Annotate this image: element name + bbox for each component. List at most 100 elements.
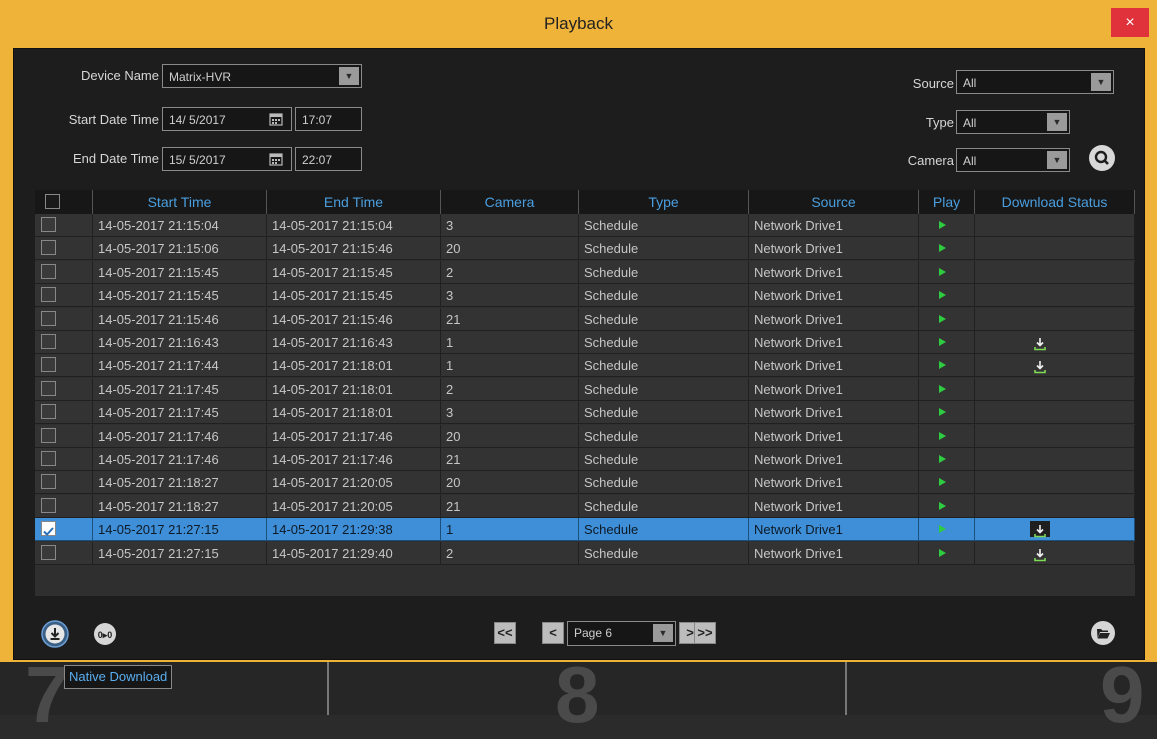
play-icon[interactable] <box>939 548 946 557</box>
convert-button[interactable]: 0▸0 <box>93 622 117 646</box>
background-digit: 8 <box>555 650 600 739</box>
row-checkbox[interactable] <box>41 451 56 466</box>
device-name-value: Matrix-HVR <box>169 70 231 84</box>
table-row[interactable]: 14-05-2017 21:16:43 14-05-2017 21:16:43 1 S… <box>35 331 1135 354</box>
row-checkbox[interactable] <box>41 217 56 232</box>
search-button[interactable] <box>1089 145 1115 171</box>
table-row[interactable]: 14-05-2017 21:17:45 14-05-2017 21:18:01 2 S… <box>35 377 1135 401</box>
select-all-checkbox[interactable] <box>45 194 60 209</box>
play-icon[interactable] <box>939 525 946 534</box>
download-icon[interactable] <box>1033 335 1047 351</box>
calendar-icon[interactable] <box>269 152 283 166</box>
play-icon[interactable] <box>939 455 946 463</box>
play-icon[interactable] <box>939 408 946 417</box>
start-time-cell: 14-05-2017 21:17:46 <box>93 424 267 448</box>
row-checkbox[interactable] <box>41 357 56 373</box>
row-checkbox[interactable] <box>41 240 56 256</box>
search-icon <box>1094 150 1109 165</box>
play-icon[interactable] <box>939 384 946 393</box>
native-download-button[interactable] <box>41 620 69 648</box>
row-checkbox[interactable] <box>41 310 56 326</box>
download-icon[interactable] <box>1033 358 1047 374</box>
header-start-time[interactable]: Start Time <box>93 190 267 214</box>
header-select-all[interactable] <box>35 190 93 214</box>
start-time-field[interactable]: 17:07 <box>295 107 362 131</box>
row-checkbox[interactable] <box>41 427 56 443</box>
source-dropdown[interactable]: All ▼ <box>956 70 1114 94</box>
header-source[interactable]: Source <box>749 190 919 214</box>
select-cell <box>35 401 93 425</box>
end-time-field[interactable]: 22:07 <box>295 147 362 171</box>
table-row[interactable]: 14-05-2017 21:15:46 14-05-2017 21:15:46 21… <box>35 307 1135 331</box>
end-date-field[interactable]: 15/ 5/2017 <box>162 147 292 171</box>
table-row[interactable]: 14-05-2017 21:17:44 14-05-2017 21:18:01 1 S… <box>35 354 1135 378</box>
row-checkbox[interactable] <box>41 544 56 560</box>
table-row[interactable]: 14-05-2017 21:17:45 14-05-2017 21:18:01 3 S… <box>35 401 1135 425</box>
download-icon[interactable] <box>1033 522 1047 538</box>
source-cell: Network Drive1 <box>749 237 919 261</box>
close-button[interactable]: × <box>1111 8 1149 37</box>
play-icon[interactable] <box>939 267 946 276</box>
last-page-button[interactable]: >> <box>694 622 716 644</box>
chevron-down-icon: ▼ <box>339 67 359 85</box>
type-dropdown[interactable]: All ▼ <box>956 110 1070 134</box>
row-checkbox[interactable] <box>41 474 56 490</box>
table-row[interactable]: 14-05-2017 21:15:45 14-05-2017 21:15:45 2 S… <box>35 260 1135 284</box>
play-icon[interactable] <box>939 478 946 487</box>
table-row[interactable]: 14-05-2017 21:15:45 14-05-2017 21:15:45 3 S… <box>35 284 1135 308</box>
select-cell <box>35 471 93 495</box>
header-camera[interactable]: Camera <box>441 190 579 214</box>
checkmark-icon <box>43 527 54 537</box>
table-row[interactable]: 14-05-2017 21:18:27 14-05-2017 21:20:05 21… <box>35 494 1135 518</box>
start-time-cell: 14-05-2017 21:15:04 <box>93 214 267 237</box>
header-end-time[interactable]: End Time <box>267 190 441 214</box>
camera-dropdown[interactable]: All ▼ <box>956 148 1070 172</box>
open-folder-button[interactable] <box>1090 620 1116 646</box>
page-dropdown[interactable]: Page 6 ▼ <box>567 621 676 646</box>
table-row[interactable]: 14-05-2017 21:27:15 14-05-2017 21:29:40 2 S… <box>35 541 1135 565</box>
download-icon[interactable] <box>1033 546 1047 561</box>
header-download-status[interactable]: Download Status <box>975 190 1135 214</box>
source-cell: Network Drive1 <box>749 448 919 471</box>
start-date-field[interactable]: 14/ 5/2017 <box>162 107 292 131</box>
end-time-cell: 14-05-2017 21:15:46 <box>267 237 441 261</box>
start-time-cell: 14-05-2017 21:16:43 <box>93 331 267 354</box>
play-icon[interactable] <box>939 338 946 346</box>
download-status-cell <box>975 448 1135 471</box>
play-icon[interactable] <box>939 431 946 440</box>
folder-open-icon <box>1091 621 1115 645</box>
select-cell <box>35 448 93 471</box>
play-icon[interactable] <box>939 361 946 370</box>
row-checkbox[interactable] <box>41 380 56 396</box>
table-row[interactable]: 14-05-2017 21:27:15 14-05-2017 21:29:38 1 S… <box>35 518 1135 542</box>
row-checkbox[interactable] <box>41 404 56 420</box>
header-play[interactable]: Play <box>919 190 975 214</box>
play-icon[interactable] <box>939 221 946 229</box>
row-checkbox[interactable] <box>41 263 56 279</box>
calendar-icon[interactable] <box>269 112 283 126</box>
table-row[interactable]: 14-05-2017 21:17:46 14-05-2017 21:17:46 21… <box>35 448 1135 471</box>
row-checkbox[interactable] <box>41 497 56 513</box>
type-value: All <box>963 116 977 130</box>
row-checkbox[interactable] <box>41 287 56 303</box>
row-checkbox[interactable] <box>41 521 56 537</box>
play-icon[interactable] <box>939 291 946 300</box>
table-row[interactable]: 14-05-2017 21:17:46 14-05-2017 21:17:46 20… <box>35 424 1135 448</box>
first-page-button[interactable]: << <box>494 622 516 644</box>
play-cell <box>919 307 975 331</box>
title-bar[interactable]: Playback × <box>0 0 1157 48</box>
select-cell <box>35 518 93 542</box>
play-icon[interactable] <box>939 314 946 323</box>
camera-cell: 1 <box>441 354 579 378</box>
camera-cell: 20 <box>441 237 579 261</box>
table-row[interactable]: 14-05-2017 21:18:27 14-05-2017 21:20:05 20… <box>35 471 1135 495</box>
prev-page-button[interactable]: < <box>542 622 564 644</box>
play-icon[interactable] <box>939 501 946 510</box>
table-row[interactable]: 14-05-2017 21:15:04 14-05-2017 21:15:04 3 S… <box>35 214 1135 237</box>
play-icon[interactable] <box>939 244 946 253</box>
select-cell <box>35 354 93 378</box>
table-row[interactable]: 14-05-2017 21:15:06 14-05-2017 21:15:46 20… <box>35 237 1135 261</box>
row-checkbox[interactable] <box>41 334 56 349</box>
device-name-dropdown[interactable]: Matrix-HVR ▼ <box>162 64 362 88</box>
header-type[interactable]: Type <box>579 190 749 214</box>
